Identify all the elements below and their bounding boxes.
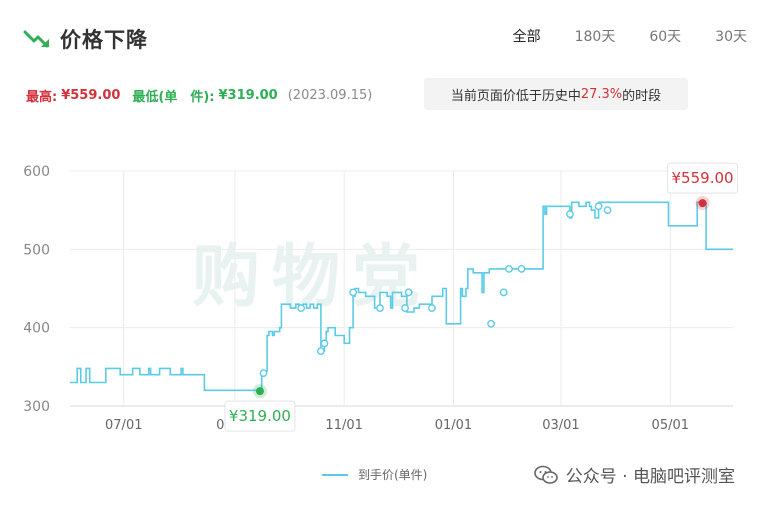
data-point: [603, 206, 612, 215]
y-tick-label: 500: [23, 242, 50, 258]
chart-legend[interactable]: 到手价(单件): [322, 466, 427, 483]
data-point: [376, 304, 384, 312]
x-tick-label: 03/01: [542, 418, 579, 433]
x-tick-label: 05/01: [652, 418, 689, 433]
data-point: [499, 288, 508, 297]
data-point: [428, 304, 436, 312]
wechat-watermark: 公众号 · 电脑吧评测室: [533, 462, 735, 487]
high-point-marker: [698, 199, 707, 208]
low-price-label: ¥319.00: [229, 407, 291, 425]
watermark-text: 公众号 · 电脑吧评测室: [565, 467, 735, 487]
data-point: [404, 288, 413, 297]
data-point: [594, 202, 603, 211]
wechat-icon: [533, 465, 558, 484]
data-point: [259, 369, 268, 377]
chart-watermark: 购物党: [192, 238, 432, 317]
data-point: [349, 288, 358, 297]
data-point: [297, 304, 306, 312]
data-point: [320, 339, 329, 348]
data-point: [505, 265, 513, 273]
x-tick-label: 07/01: [105, 418, 142, 433]
x-tick-label: 11/01: [325, 418, 362, 433]
legend-label: 到手价(单件): [358, 468, 428, 482]
low-point-marker: [255, 387, 264, 396]
legend-line-swatch: [322, 473, 348, 476]
data-point: [401, 304, 409, 312]
data-point: [566, 210, 574, 218]
price-history-chart: 购物党30040050060007/0109/0111/0101/0103/01…: [23, 162, 739, 433]
y-tick-label: 400: [23, 321, 50, 337]
data-point: [316, 347, 325, 356]
x-tick-label: 01/01: [435, 418, 472, 433]
price-series-line: [70, 201, 733, 392]
data-point: [487, 319, 495, 328]
y-tick-label: 300: [23, 399, 50, 415]
high-price-label: ¥559.00: [672, 169, 734, 187]
y-tick-label: 600: [23, 164, 50, 180]
data-point: [517, 265, 526, 273]
